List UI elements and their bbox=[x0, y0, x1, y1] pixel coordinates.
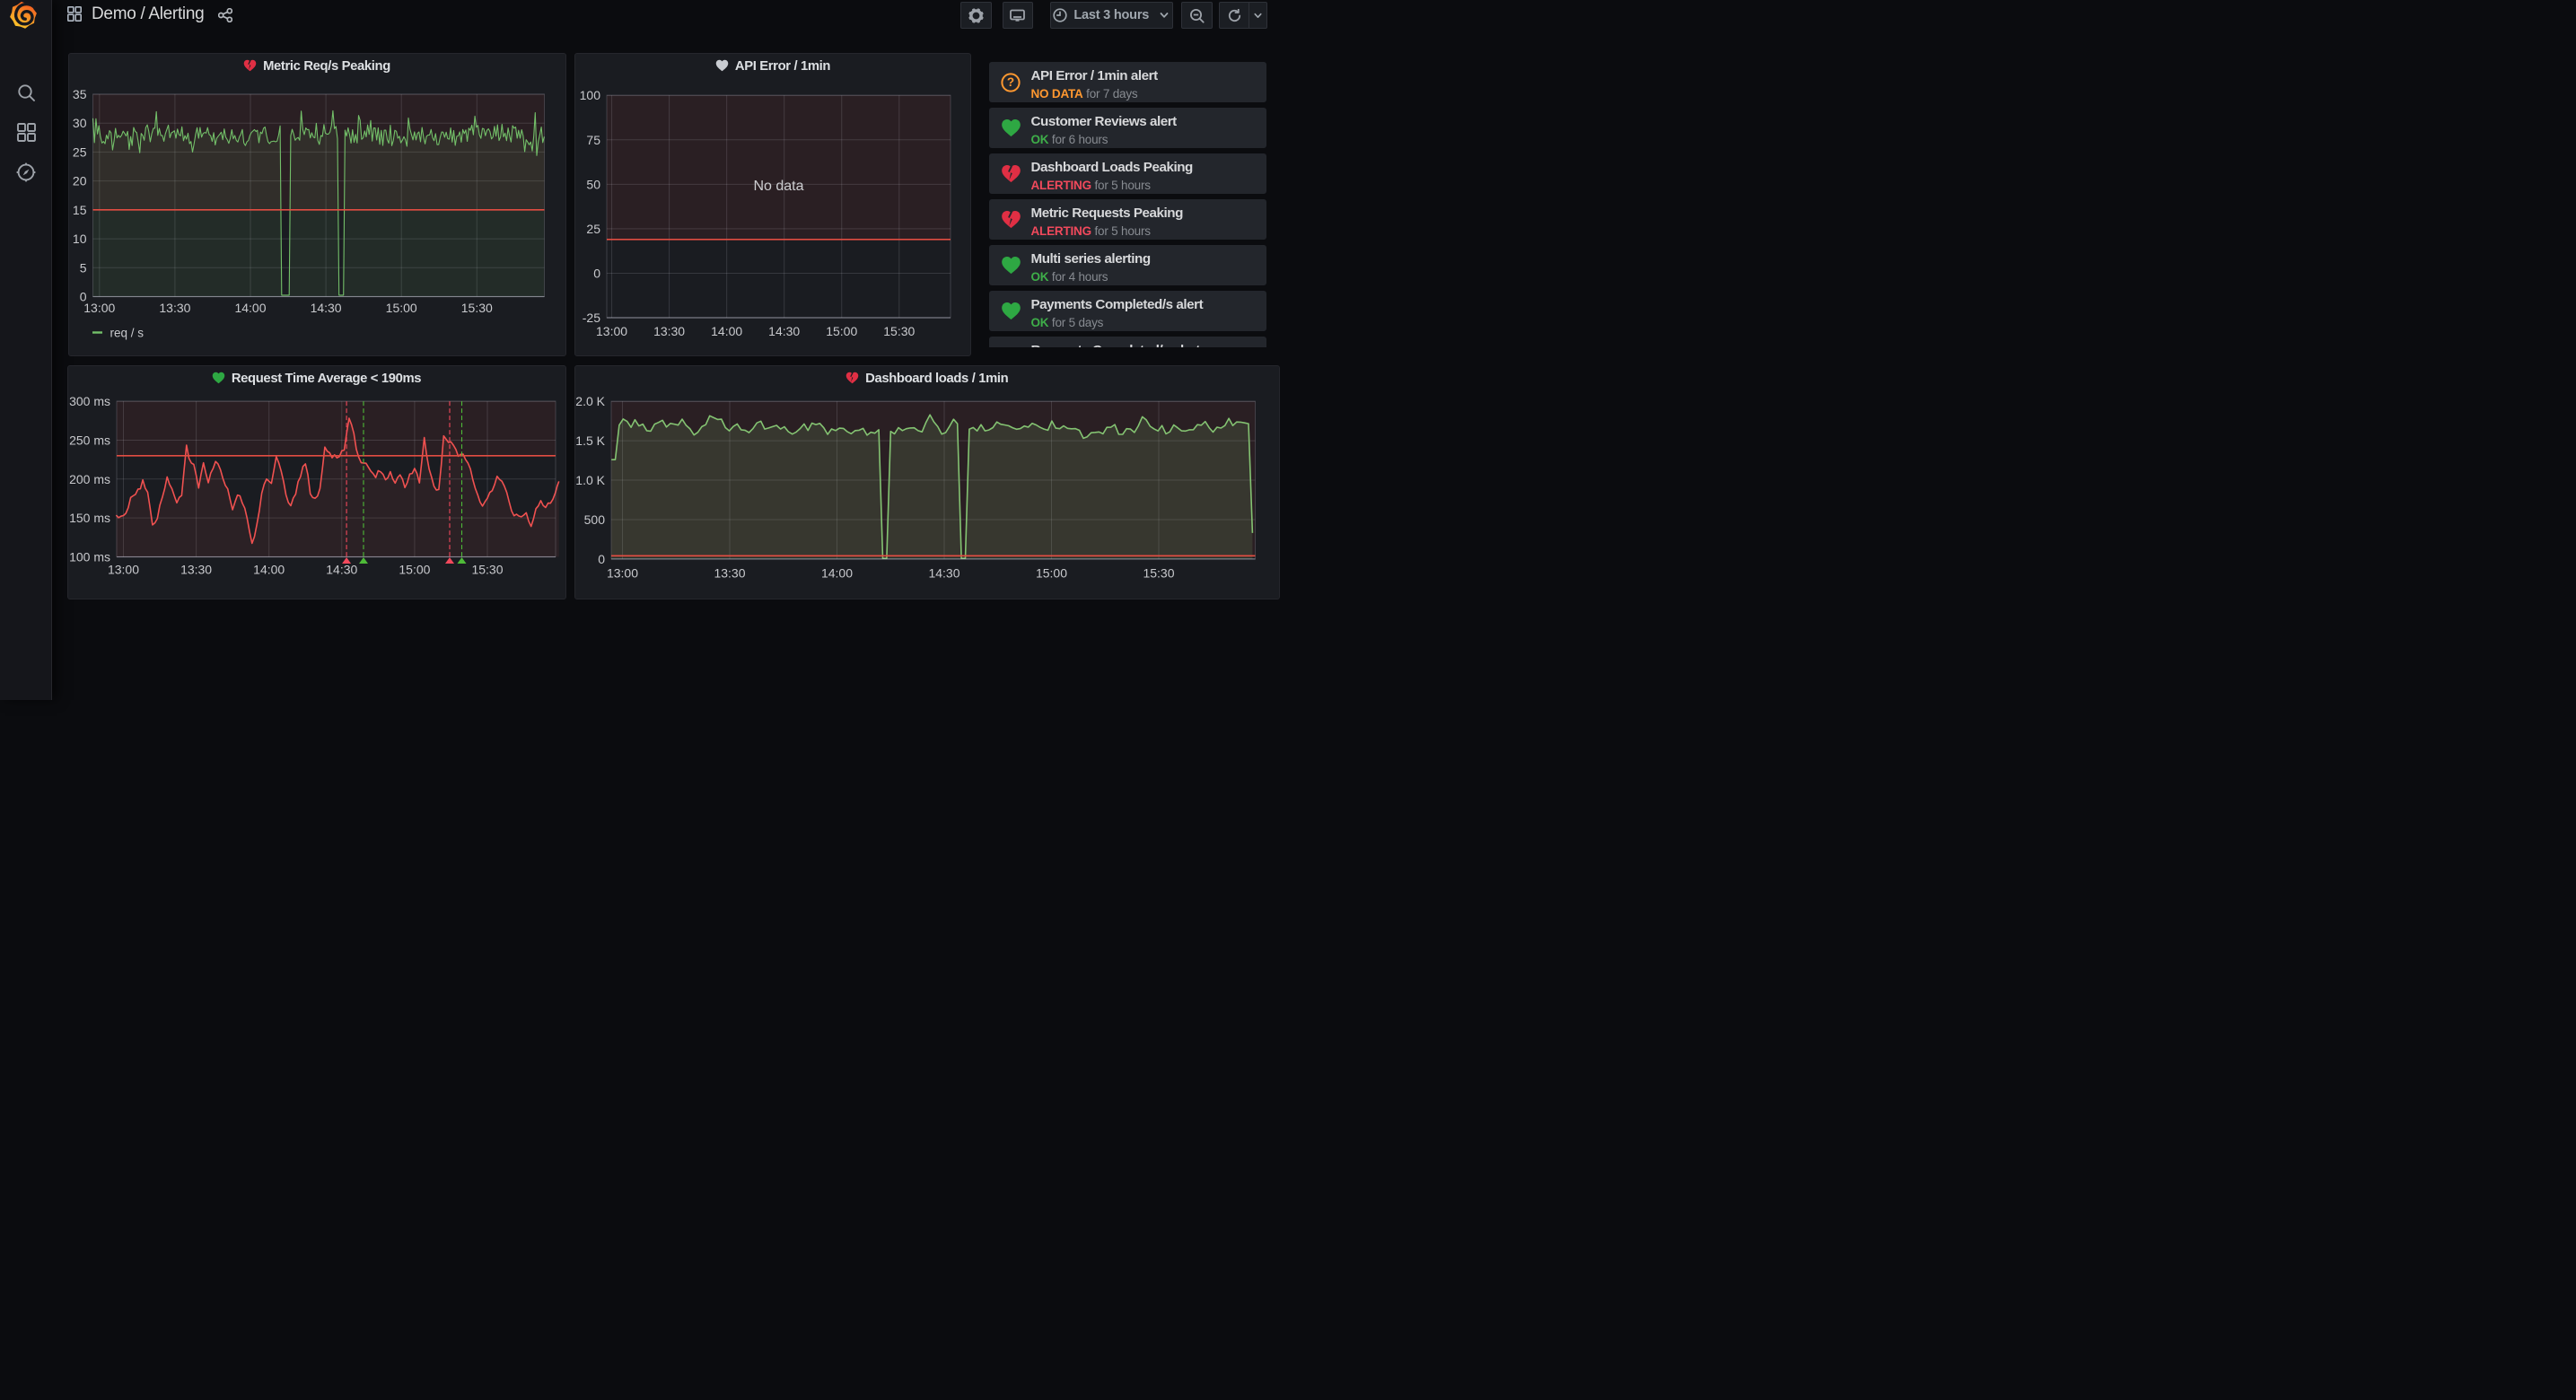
svg-text:10: 10 bbox=[72, 232, 86, 246]
svg-text:14:00: 14:00 bbox=[821, 565, 853, 580]
svg-text:100: 100 bbox=[580, 88, 601, 102]
svg-text:25: 25 bbox=[586, 221, 600, 235]
svg-text:14:00: 14:00 bbox=[253, 562, 285, 576]
svg-text:15:30: 15:30 bbox=[883, 323, 915, 337]
svg-text:0: 0 bbox=[593, 266, 600, 280]
svg-text:1.0 K: 1.0 K bbox=[575, 473, 605, 487]
svg-text:30: 30 bbox=[72, 116, 86, 130]
svg-text:200 ms: 200 ms bbox=[69, 471, 110, 486]
svg-text:300 ms: 300 ms bbox=[69, 394, 110, 408]
svg-text:15: 15 bbox=[72, 202, 86, 216]
svg-text:?: ? bbox=[1006, 75, 1013, 89]
svg-text:14:00: 14:00 bbox=[711, 323, 742, 337]
svg-text:14:30: 14:30 bbox=[768, 323, 800, 337]
svg-text:13:30: 13:30 bbox=[180, 562, 212, 576]
svg-text:13:00: 13:00 bbox=[83, 301, 115, 315]
svg-text:15:30: 15:30 bbox=[460, 301, 492, 315]
svg-text:15:30: 15:30 bbox=[471, 562, 503, 576]
svg-text:15:00: 15:00 bbox=[826, 323, 857, 337]
svg-text:2.0 K: 2.0 K bbox=[575, 394, 605, 408]
svg-text:500: 500 bbox=[584, 512, 606, 526]
svg-text:13:00: 13:00 bbox=[607, 565, 638, 580]
svg-text:250 ms: 250 ms bbox=[69, 433, 110, 447]
svg-text:13:30: 13:30 bbox=[159, 301, 190, 315]
svg-text:13:00: 13:00 bbox=[107, 562, 138, 576]
svg-text:35: 35 bbox=[72, 87, 86, 101]
svg-text:150 ms: 150 ms bbox=[69, 511, 110, 525]
svg-text:100 ms: 100 ms bbox=[69, 549, 110, 564]
svg-text:20: 20 bbox=[72, 173, 86, 188]
svg-text:15:00: 15:00 bbox=[1036, 565, 1067, 580]
svg-text:5: 5 bbox=[79, 260, 86, 275]
svg-text:25: 25 bbox=[72, 144, 86, 159]
svg-text:1.5 K: 1.5 K bbox=[575, 433, 605, 448]
svg-text:13:30: 13:30 bbox=[653, 323, 685, 337]
svg-text:15:30: 15:30 bbox=[1143, 565, 1174, 580]
svg-text:14:30: 14:30 bbox=[928, 565, 959, 580]
svg-text:14:00: 14:00 bbox=[234, 301, 266, 315]
svg-text:-25: -25 bbox=[583, 311, 600, 325]
svg-text:15:00: 15:00 bbox=[399, 562, 430, 576]
svg-text:No data: No data bbox=[753, 179, 803, 194]
svg-text:14:30: 14:30 bbox=[310, 301, 341, 315]
svg-text:14:30: 14:30 bbox=[326, 562, 357, 576]
svg-text:50: 50 bbox=[586, 177, 600, 191]
svg-text:13:00: 13:00 bbox=[596, 323, 627, 337]
svg-text:13:30: 13:30 bbox=[714, 565, 745, 580]
svg-text:req / s: req / s bbox=[110, 326, 144, 339]
svg-text:0: 0 bbox=[598, 551, 605, 565]
svg-text:15:00: 15:00 bbox=[385, 301, 416, 315]
svg-text:75: 75 bbox=[586, 132, 600, 146]
